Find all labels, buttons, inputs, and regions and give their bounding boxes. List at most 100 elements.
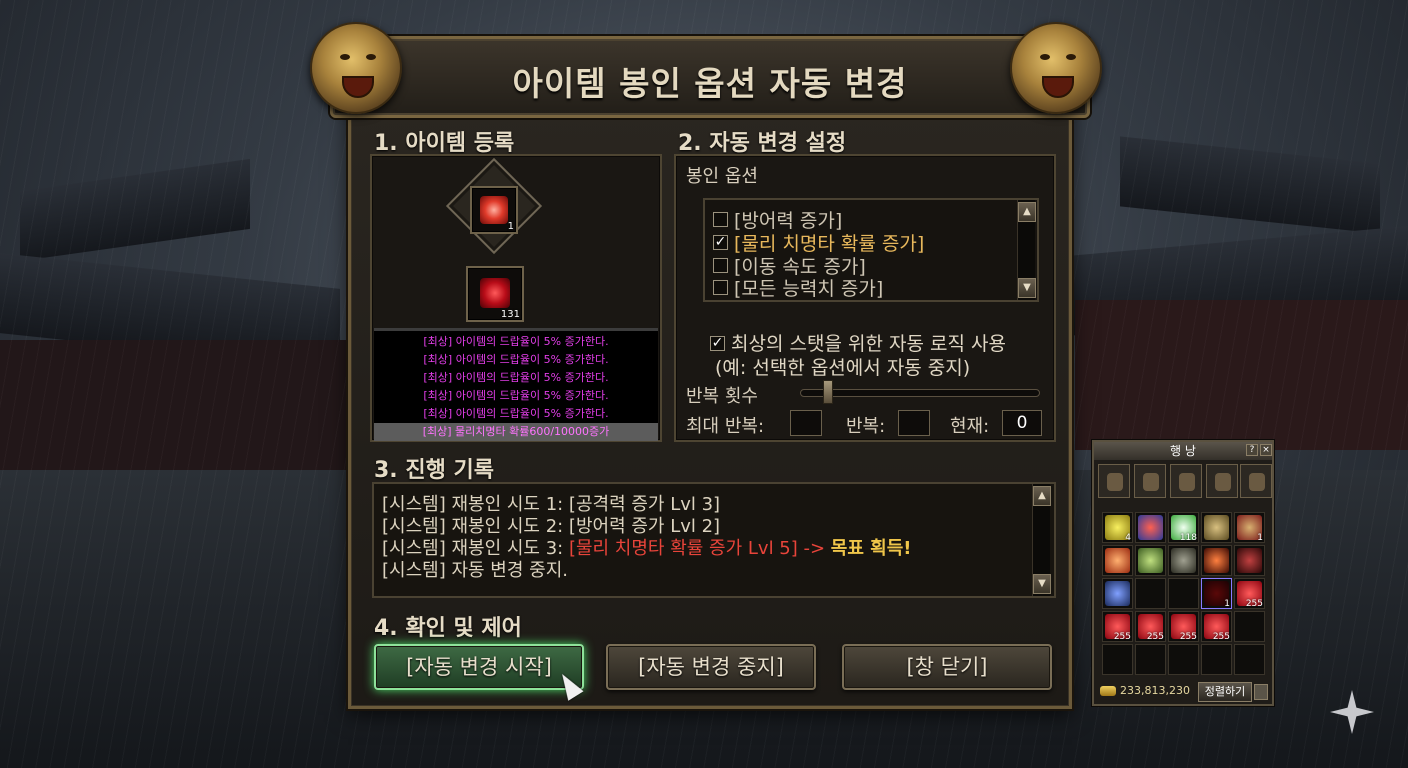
- checkbox[interactable]: [713, 212, 728, 227]
- inventory-cell[interactable]: [1102, 545, 1133, 576]
- inventory-cell[interactable]: [1234, 644, 1265, 675]
- option-all-stats[interactable]: [모든 능력치 증가]: [713, 274, 883, 301]
- bag-slot[interactable]: [1206, 464, 1238, 498]
- main-item-slot-frame: 1: [445, 157, 543, 255]
- item-count: 255: [1245, 599, 1263, 609]
- inventory-cell[interactable]: [1135, 578, 1166, 609]
- close-icon[interactable]: ×: [1260, 444, 1272, 456]
- seal-item-icon: [1138, 515, 1163, 540]
- inventory-cell[interactable]: [1102, 644, 1133, 675]
- window-title: 아이템 봉인 옵션 자동 변경: [512, 64, 908, 103]
- auto-logic-text: 최상의 스탯을 위한 자동 로직 사용 (예: 선택한 옵션에서 자동 중지): [715, 332, 1006, 380]
- item-count: 1: [1224, 599, 1230, 609]
- inventory-cell[interactable]: 255: [1168, 611, 1199, 642]
- blue-ring-icon: [1105, 581, 1130, 606]
- inventory-cell[interactable]: [1168, 545, 1199, 576]
- stat-line: [최상] 아이템의 드랍율이 5% 증가한다.: [423, 353, 609, 366]
- seal-item-icon: [480, 196, 508, 224]
- log-highlight: [물리 치명타 확률 증가 Lvl 5] ->: [568, 538, 826, 559]
- inventory-cell[interactable]: [1201, 644, 1232, 675]
- max-repeat-input[interactable]: [790, 410, 822, 436]
- trash-icon[interactable]: [1254, 684, 1268, 700]
- stat-line: [최상] 아이템의 드랍율이 5% 증가한다.: [423, 389, 609, 402]
- tiger-eye: [366, 54, 376, 60]
- inventory-cell[interactable]: 255: [1135, 611, 1166, 642]
- scroll-up-icon[interactable]: ▲: [1018, 202, 1036, 222]
- section-control-title: 4. 확인 및 제어: [374, 616, 522, 641]
- ring-icon: [1171, 548, 1196, 573]
- inventory-cell[interactable]: 1: [1234, 512, 1265, 543]
- window-title-bar[interactable]: 아이템 봉인 옵션 자동 변경: [330, 36, 1090, 118]
- inventory-cell[interactable]: [1135, 545, 1166, 576]
- bag-slot[interactable]: [1170, 464, 1202, 498]
- log-line: [시스템] 자동 변경 중지.: [382, 556, 568, 582]
- scroll-down-icon[interactable]: ▼: [1018, 278, 1036, 298]
- red-gem-icon: [480, 278, 510, 308]
- checkbox-checked[interactable]: ✓: [713, 235, 728, 250]
- inventory-cell[interactable]: 118: [1168, 512, 1199, 543]
- log-text: [시스템] 자동 변경 중지.: [382, 560, 568, 581]
- item-count: 4: [1125, 533, 1131, 543]
- rune-icon: [1204, 515, 1229, 540]
- item-count: 1: [1257, 533, 1263, 543]
- item-count: 255: [1179, 632, 1197, 642]
- inventory-cell[interactable]: [1201, 545, 1232, 576]
- auto-logic-toggle[interactable]: ✓ 최상의 스탯을 위한 자동 로직 사용 (예: 선택한 옵션에서 자동 중지…: [710, 332, 1006, 380]
- inventory-cell[interactable]: [1168, 644, 1199, 675]
- coin-icon: [1138, 548, 1163, 573]
- bag-icon: [1143, 473, 1159, 491]
- bag-icon: [1249, 473, 1265, 491]
- inventory-cell[interactable]: [1234, 545, 1265, 576]
- repeat-count-slider[interactable]: [800, 389, 1040, 397]
- inventory-cell[interactable]: 255: [1102, 611, 1133, 642]
- repeat-input[interactable]: [898, 410, 930, 436]
- auto-logic-label: 최상의 스탯을 위한 자동 로직 사용: [731, 333, 1006, 355]
- material-count: 131: [500, 309, 520, 320]
- option-list-scrollbar[interactable]: ▲ ▼: [1017, 200, 1036, 300]
- main-item-slot[interactable]: 1: [470, 186, 518, 234]
- tiger-eye: [340, 54, 350, 60]
- stop-auto-change-button[interactable]: [자동 변경 중지]: [606, 644, 816, 690]
- checkbox-checked[interactable]: ✓: [710, 336, 725, 351]
- bag-slot[interactable]: [1240, 464, 1272, 498]
- log-scrollbar[interactable]: ▲ ▼: [1032, 484, 1051, 596]
- item-count: 118: [1179, 533, 1197, 543]
- inventory-cell[interactable]: [1135, 512, 1166, 543]
- start-auto-change-button[interactable]: [자동 변경 시작]: [374, 644, 584, 690]
- checkbox[interactable]: [713, 258, 728, 273]
- close-window-button[interactable]: [창 닫기]: [842, 644, 1052, 690]
- stat-line: [최상] 아이템의 드랍율이 5% 증가한다.: [423, 335, 609, 348]
- bag-slot[interactable]: [1098, 464, 1130, 498]
- inventory-cell[interactable]: 255: [1234, 578, 1265, 609]
- help-icon[interactable]: ?: [1246, 444, 1258, 456]
- blade-icon: [1237, 548, 1262, 573]
- inventory-cell[interactable]: [1201, 512, 1232, 543]
- inventory-cell[interactable]: [1234, 611, 1265, 642]
- scroll-up-icon[interactable]: ▲: [1033, 486, 1051, 506]
- auto-logic-note: (예: 선택한 옵션에서 자동 중지): [715, 357, 971, 379]
- checkbox[interactable]: [713, 280, 728, 295]
- scroll-down-icon[interactable]: ▼: [1033, 574, 1051, 594]
- inventory-cell[interactable]: [1135, 644, 1166, 675]
- bag-slot[interactable]: [1134, 464, 1166, 498]
- stat-line: [최상] 아이템의 드랍율이 5% 증가한다.: [423, 371, 609, 384]
- material-item-slot[interactable]: 131: [466, 266, 524, 322]
- inventory-cell[interactable]: 255: [1201, 611, 1232, 642]
- bag-icon: [1215, 473, 1231, 491]
- max-repeat-label: 최대 반복:: [686, 416, 765, 437]
- inventory-cell[interactable]: [1102, 578, 1133, 609]
- tiger-eye: [1040, 54, 1050, 60]
- repeat-count-slider-thumb[interactable]: [823, 380, 833, 404]
- repeat-count-label: 반복 횟수: [686, 386, 758, 407]
- inventory-cell[interactable]: [1168, 578, 1199, 609]
- section-item-register-title: 1. 아이템 등록: [374, 131, 515, 156]
- inventory-cell[interactable]: 4: [1102, 512, 1133, 543]
- inventory-cell-selected[interactable]: 1: [1201, 578, 1232, 609]
- section-progress-log-title: 3. 진행 기록: [374, 458, 494, 483]
- tiger-eye: [1066, 54, 1076, 60]
- tiger-mouth: [342, 76, 374, 98]
- tiger-mouth: [1042, 76, 1074, 98]
- gold-display: 233,813,230: [1100, 684, 1190, 697]
- inventory-window: 행 낭 ? × 4 118 1 1 255 255 255 255 255 23…: [1092, 440, 1274, 706]
- sort-button[interactable]: 정렬하기: [1198, 682, 1252, 702]
